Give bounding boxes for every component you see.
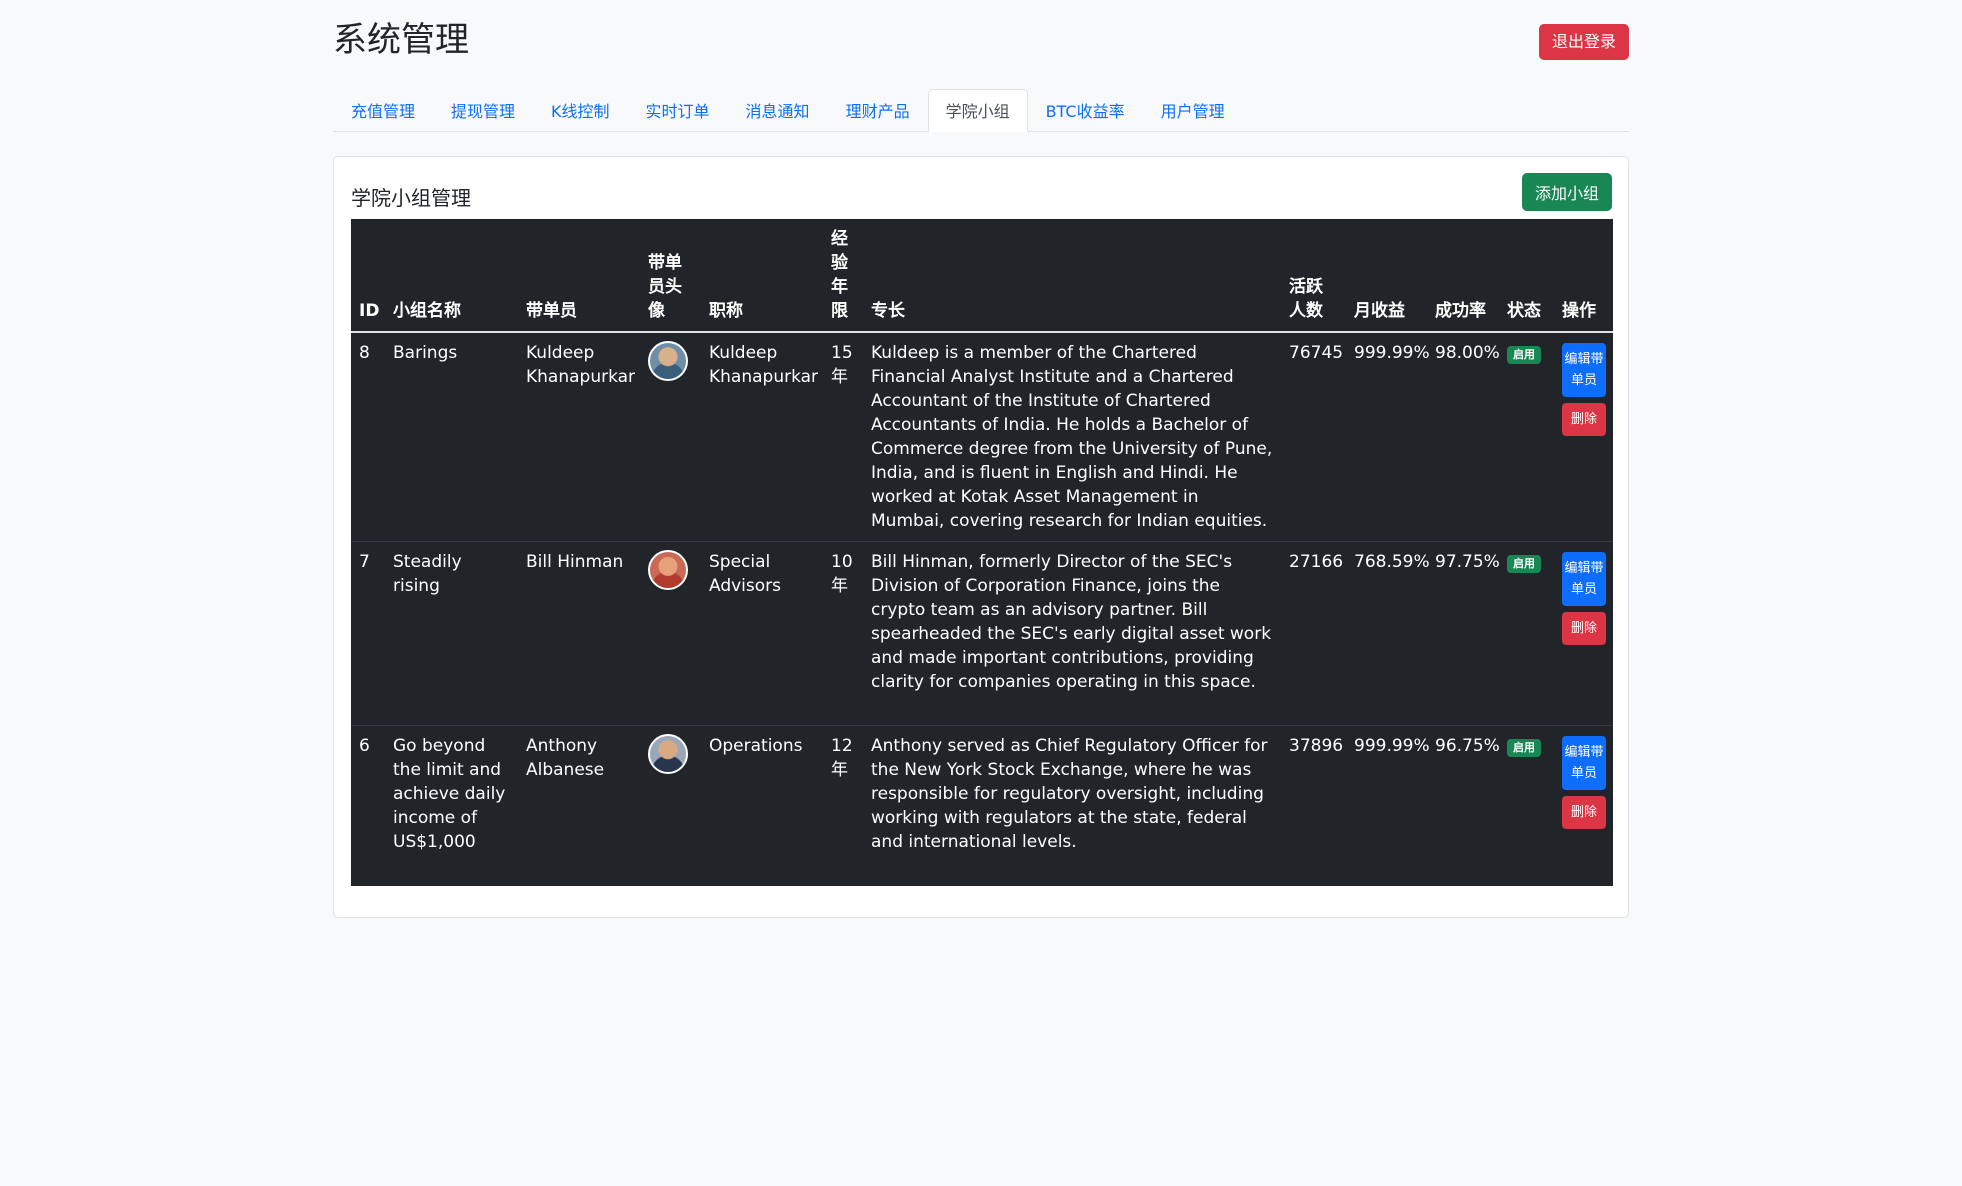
cell-years: 12年 [823,725,863,886]
col-active: 活跃人数 [1281,219,1346,333]
cell-specialty: Kuldeep is a member of the Chartered Fin… [863,332,1281,542]
delete-button[interactable]: 删除 [1562,796,1606,829]
col-years: 经验年限 [823,219,863,333]
cell-name: Barings [385,332,518,542]
groups-table-wrap: ID 小组名称 带单员 带单员头像 职称 经验年限 专长 活跃人数 月收益 成功… [351,219,1613,886]
groups-table: ID 小组名称 带单员 带单员头像 职称 经验年限 专长 活跃人数 月收益 成功… [351,219,1613,886]
cell-success: 98.00% [1427,332,1500,542]
col-id: ID [351,219,385,333]
tab-kline[interactable]: K线控制 [533,89,628,131]
col-success: 成功率 [1427,219,1499,333]
table-row: 8 Barings Kuldeep Khanapurkar Kuldeep Kh… [351,332,1613,542]
cell-status: 启用 [1499,332,1554,542]
avatar [648,550,688,590]
cell-title: Special Advisors [701,541,823,726]
avatar [648,341,688,381]
nav-tabs: 充值管理 提现管理 K线控制 实时订单 消息通知 理财产品 学院小组 BTC收益… [333,89,1629,132]
col-monthly: 月收益 [1346,219,1427,333]
cell-monthly: 999.99% [1346,332,1430,542]
cell-title: Kuldeep Khanapurkar [701,332,823,542]
status-badge: 启用 [1507,346,1541,364]
cell-id: 6 [351,725,385,886]
groups-card: 学院小组管理 添加小组 ID 小组名称 带单员 带单员头像 职称 经验年限 专长… [333,156,1629,918]
cell-success: 97.75% [1427,541,1500,726]
status-badge: 启用 [1507,555,1541,573]
cell-years: 10年 [823,541,863,726]
tab-users[interactable]: 用户管理 [1143,89,1243,131]
cell-actions: 编辑带单员 删除 [1554,332,1613,542]
cell-active: 76745 [1281,332,1346,542]
delete-button[interactable]: 删除 [1562,612,1606,645]
cell-avatar [640,541,701,726]
cell-status: 启用 [1499,725,1554,886]
cell-monthly: 999.99% [1346,725,1430,886]
table-row: 6 Go beyond the limit and achieve daily … [351,725,1613,887]
cell-name: Steadily rising [385,541,518,726]
col-avatar: 带单员头像 [640,219,701,333]
cell-id: 8 [351,332,385,542]
col-status: 状态 [1499,219,1554,333]
tab-notifications[interactable]: 消息通知 [728,89,828,131]
avatar [648,734,688,774]
cell-status: 启用 [1499,541,1554,726]
cell-active: 37896 [1281,725,1346,886]
cell-name: Go beyond the limit and achieve daily in… [385,725,518,886]
tab-products[interactable]: 理财产品 [828,89,928,131]
status-badge: 启用 [1507,739,1541,757]
cell-actions: 编辑带单员 删除 [1554,726,1613,887]
cell-specialty: Anthony served as Chief Regulatory Offic… [863,725,1281,886]
cell-leader: Anthony Albanese [518,725,640,886]
col-title: 职称 [701,219,823,333]
cell-success: 96.75% [1427,725,1500,886]
page-container: 系统管理 退出登录 充值管理 提现管理 K线控制 实时订单 消息通知 理财产品 … [333,0,1629,918]
table-header-row: ID 小组名称 带单员 带单员头像 职称 经验年限 专长 活跃人数 月收益 成功… [351,219,1613,333]
tab-withdraw[interactable]: 提现管理 [433,89,533,131]
add-group-button[interactable]: 添加小组 [1521,173,1612,211]
cell-active: 27166 [1281,541,1346,726]
delete-button[interactable]: 删除 [1562,403,1606,436]
cell-avatar [640,332,701,542]
edit-leader-button[interactable]: 编辑带单员 [1562,736,1606,790]
cell-specialty: Bill Hinman, formerly Director of the SE… [863,541,1281,726]
col-name: 小组名称 [385,219,518,333]
logout-button[interactable]: 退出登录 [1538,24,1629,60]
tab-orders[interactable]: 实时订单 [628,89,728,131]
page-title: 系统管理 [333,20,469,60]
tab-recharge[interactable]: 充值管理 [333,89,433,131]
tab-academy-groups[interactable]: 学院小组 [927,89,1028,132]
cell-leader: Kuldeep Khanapurkar [518,332,640,542]
cell-avatar [640,725,701,886]
cell-id: 7 [351,541,385,726]
edit-leader-button[interactable]: 编辑带单员 [1562,343,1606,397]
col-leader: 带单员 [518,219,640,333]
cell-years: 15年 [823,332,863,542]
tab-btc-yield[interactable]: BTC收益率 [1028,89,1143,131]
card-title: 学院小组管理 [351,186,471,210]
col-specialty: 专长 [863,219,1281,333]
cell-title: Operations [701,725,823,886]
edit-leader-button[interactable]: 编辑带单员 [1562,552,1606,606]
cell-leader: Bill Hinman [518,541,640,726]
cell-actions: 编辑带单员 删除 [1554,541,1613,726]
table-row: 7 Steadily rising Bill Hinman Special Ad… [351,541,1613,726]
header: 系统管理 退出登录 [333,0,1629,80]
col-actions: 操作 [1554,219,1613,333]
cell-monthly: 768.59% [1346,541,1430,726]
